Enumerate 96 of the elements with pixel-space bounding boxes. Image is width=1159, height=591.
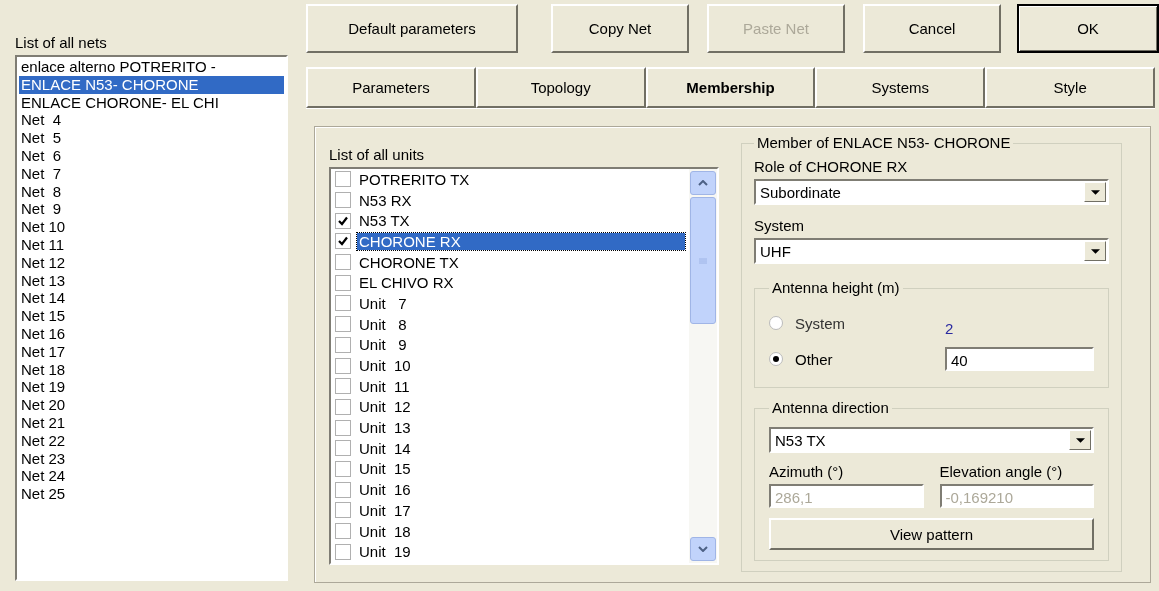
tab[interactable]: Style	[985, 66, 1155, 108]
radio-button[interactable]	[769, 352, 783, 366]
field-label: Role of CHORONE RX	[754, 158, 909, 175]
radio-label: System	[795, 314, 846, 332]
net-list-item[interactable]: enlace alterno POTRERITO -	[19, 58, 284, 76]
unit-list-item[interactable]: Unit 19	[357, 543, 413, 561]
checkbox[interactable]	[335, 336, 351, 353]
field-label: Elevation angle (°)	[939, 463, 1064, 480]
dialog-button[interactable]: Cancel	[863, 4, 1001, 53]
net-list-item[interactable]: Net 12	[19, 253, 284, 272]
unit-list-item[interactable]: CHORONE TX	[357, 253, 461, 271]
net-list-item[interactable]: Net 7	[19, 164, 284, 183]
group-title: Antenna direction	[769, 399, 892, 416]
unit-list-item[interactable]: Unit 11	[357, 377, 412, 395]
unit-list-item[interactable]: Unit 13	[357, 419, 413, 437]
unit-list-item[interactable]: Unit 10	[357, 357, 413, 375]
system-dropdown[interactable]: UHF	[754, 238, 1109, 264]
net-list-item[interactable]: Net 9	[19, 200, 284, 219]
unit-list-item[interactable]: CHORONE RX	[357, 232, 685, 250]
net-list-item[interactable]: Net 6	[19, 147, 284, 165]
net-list-item[interactable]: Net 13	[19, 271, 284, 290]
checkbox[interactable]	[335, 440, 351, 457]
unit-list-item[interactable]: N53 TX	[357, 212, 412, 230]
field-label: Azimuth (°)	[769, 463, 845, 480]
scrollbar-thumb[interactable]	[690, 197, 716, 324]
net-list-item[interactable]: Net 18	[19, 360, 284, 379]
group-title: Member of ENLACE N53- CHORONE	[754, 134, 1014, 151]
checkbox[interactable]	[335, 233, 351, 250]
net-list-item[interactable]: ENLACE N53- CHORONE	[19, 75, 284, 94]
dialog-button[interactable]: Copy Net	[551, 4, 689, 53]
net-list-item[interactable]: Net 4	[19, 111, 284, 130]
field-label: System	[754, 217, 805, 234]
tab[interactable]: Systems	[815, 66, 986, 108]
group-title: Antenna height (m)	[769, 279, 903, 296]
checkbox[interactable]	[335, 171, 351, 188]
net-list-item[interactable]: Net 21	[19, 413, 284, 432]
net-list-item[interactable]: Net 19	[19, 378, 284, 397]
net-list-item[interactable]: Net 14	[19, 289, 284, 308]
net-list-item[interactable]: Net 24	[19, 467, 284, 486]
checkbox[interactable]	[335, 419, 351, 436]
net-list-item[interactable]: Net 10	[19, 218, 284, 236]
checkbox[interactable]	[335, 378, 351, 395]
checkbox[interactable]	[335, 274, 351, 291]
unit-list-item[interactable]: Unit 7	[357, 294, 409, 312]
tab[interactable]: Parameters	[306, 66, 476, 108]
net-list-item[interactable]: Net 8	[19, 182, 284, 201]
direction-dropdown[interactable]: N53 TX	[769, 427, 1094, 453]
unit-list-item[interactable]: Unit 8	[357, 315, 409, 333]
tab[interactable]: Topology	[475, 66, 646, 108]
net-list-item[interactable]: Net 15	[19, 307, 284, 325]
checkbox[interactable]	[335, 357, 351, 374]
checkbox[interactable]	[335, 295, 351, 312]
unit-list-item[interactable]: Unit 12	[357, 398, 413, 416]
radio-button[interactable]	[769, 316, 783, 330]
height-reading: 2	[945, 319, 954, 337]
unit-list-item[interactable]: Unit 15	[357, 460, 413, 478]
scroll-up-button[interactable]	[690, 171, 716, 195]
scroll-down-button[interactable]	[690, 537, 716, 561]
unit-list-item[interactable]: EL CHIVO RX	[357, 274, 456, 292]
dialog-button[interactable]: Default parameters	[306, 4, 518, 53]
net-list-item[interactable]: ENLACE CHORONE- EL CHI	[19, 93, 284, 112]
net-list-item[interactable]: Net 20	[19, 396, 284, 414]
unit-list-item[interactable]: Unit 16	[357, 481, 413, 499]
checkbox[interactable]	[335, 316, 351, 333]
checkbox[interactable]	[335, 481, 351, 498]
dialog-button[interactable]: OK	[1017, 4, 1159, 53]
checkbox[interactable]	[335, 254, 351, 271]
checkbox[interactable]	[335, 523, 351, 540]
checkbox[interactable]	[335, 398, 351, 415]
view-pattern-button[interactable]: View pattern	[769, 518, 1094, 550]
chevron-up-icon	[698, 180, 708, 186]
net-list-item[interactable]: Net 11	[19, 235, 284, 254]
height-input-field[interactable]: 40	[945, 347, 1094, 371]
net-list-item[interactable]: Net 16	[19, 324, 284, 343]
checkbox[interactable]	[335, 212, 351, 229]
unit-list-item[interactable]: Unit 18	[357, 522, 413, 540]
checkbox[interactable]	[335, 543, 351, 560]
net-list-item[interactable]: Net 5	[19, 129, 284, 147]
checkbox[interactable]	[335, 192, 351, 209]
checkbox[interactable]	[335, 460, 351, 477]
list-label: List of all units	[329, 146, 426, 163]
unit-list-item[interactable]: N53 RX	[357, 191, 414, 209]
chevron-down-icon	[698, 546, 708, 552]
list-label: List of all nets	[15, 34, 108, 51]
unit-list-item[interactable]: POTRERITO TX	[357, 170, 472, 188]
unit-list-item[interactable]: Unit 9	[357, 336, 409, 354]
radio-label: Other	[795, 350, 834, 368]
net-list-item[interactable]: Net 23	[19, 449, 284, 468]
checkbox[interactable]	[335, 502, 351, 519]
unit-list-item[interactable]: Unit 14	[357, 439, 413, 457]
role-dropdown[interactable]: Subordinate	[754, 179, 1109, 205]
net-list-item[interactable]: Net 17	[19, 342, 284, 361]
net-list-item[interactable]: Net 22	[19, 431, 284, 450]
net-list-item[interactable]: Net 25	[19, 485, 284, 503]
unit-list-item[interactable]: Unit 17	[357, 501, 413, 519]
tab[interactable]: Membership	[645, 66, 816, 108]
